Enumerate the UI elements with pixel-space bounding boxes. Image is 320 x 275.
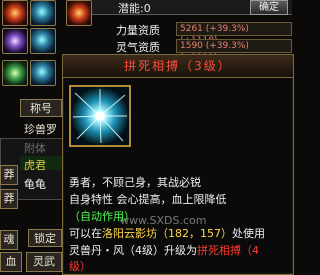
side-tab-3[interactable]: 魂 — [0, 230, 18, 250]
confirm-button[interactable]: 确定 — [250, 0, 288, 15]
side-tab-2[interactable]: 莽 — [0, 189, 18, 209]
pet-list-item-1[interactable]: 附体 — [24, 140, 46, 156]
skill-slot-6[interactable] — [2, 60, 28, 86]
tooltip-flavor-text: 勇者，不顾己身，其战必锐 — [69, 176, 201, 189]
pet-label: 珍兽罗 — [24, 123, 57, 136]
bottom-tab-2[interactable]: 灵武 — [26, 252, 62, 272]
strength-value: 5261 (+39.3%) (+1118) — [176, 22, 292, 46]
skill-slot-2[interactable] — [30, 0, 56, 26]
pet-list-item-3[interactable]: 龟龟 — [24, 176, 46, 192]
location-suffix: 处使用 — [232, 227, 265, 240]
side-tab-1[interactable]: 莽 — [0, 165, 18, 185]
skill-slot-1[interactable] — [2, 0, 28, 26]
pet-list-item-2[interactable]: 虎君 — [24, 157, 46, 173]
title-button[interactable]: 称号 — [20, 99, 62, 117]
skill-slot-7[interactable] — [30, 60, 56, 86]
tooltip-trait-text: 自身特性 会心提高，血上限降低 — [69, 193, 227, 206]
tooltip-upgrade-line: 灵兽丹・风（4级）升级为拼死相搏（4 — [69, 242, 259, 258]
skill-burst-icon — [69, 85, 131, 147]
spirit-label: 灵气资质 — [116, 41, 160, 54]
upgrade-prefix: 灵兽丹・风（4级）升级为 — [69, 244, 197, 257]
skill-slot-3[interactable] — [66, 0, 92, 26]
tooltip-upgrade-level: 级） — [69, 260, 91, 273]
skill-slot-5[interactable] — [30, 28, 56, 54]
skill-tooltip: 拼死相搏（3级） 勇者，不顾己身，其战必锐 自身特性 会心提高，血上限降低 （自… — [62, 54, 294, 275]
lock-button[interactable]: 锁定 — [28, 229, 62, 247]
potential-bar: 潜能:0 确定 — [92, 0, 292, 15]
spirit-value: 1590 (+39.3%) (+1111) — [176, 39, 292, 63]
bottom-tab-1[interactable]: 血 — [0, 252, 22, 272]
strength-label: 力量资质 — [116, 24, 160, 37]
tooltip-title: 拼死相搏（3级） — [63, 55, 293, 78]
potential-text: 潜能:0 — [118, 2, 151, 15]
skill-slot-4[interactable] — [2, 28, 28, 54]
tooltip-location-line: 可以在洛阳云影坊（182，157）处使用 — [69, 225, 265, 241]
location-name: 洛阳云影坊（182，157） — [102, 227, 232, 240]
watermark: www.SXDS.com — [120, 214, 207, 227]
upgrade-skill: 拼死相搏（4 — [197, 244, 259, 257]
location-prefix: 可以在 — [69, 227, 102, 240]
